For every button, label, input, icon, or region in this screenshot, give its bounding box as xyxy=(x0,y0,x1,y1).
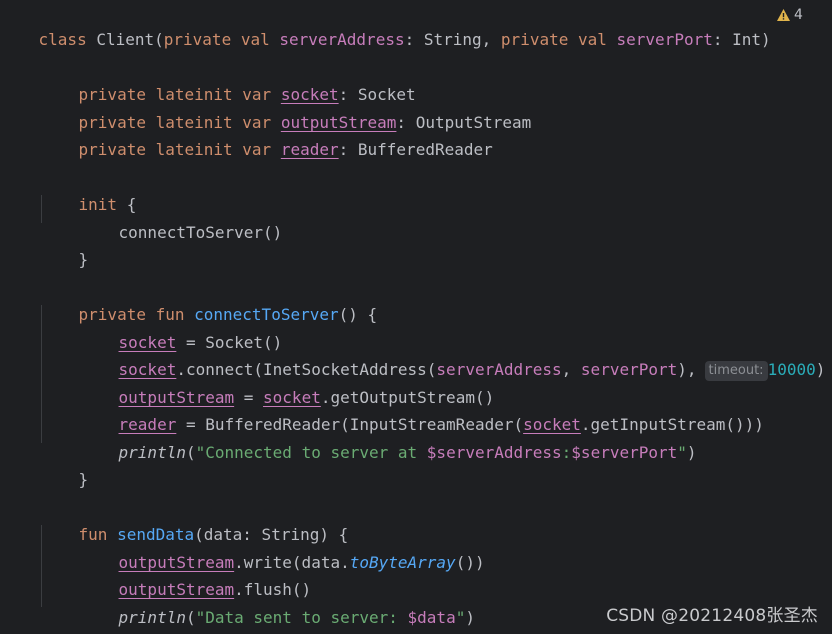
brace-close: } xyxy=(78,250,89,269)
param-type: : Int) xyxy=(712,30,771,49)
code-line-fun-connect-to-server[interactable]: private fun connectToServer() { xyxy=(40,279,378,324)
code-line-println-connected[interactable]: println("Connected to server at $serverA… xyxy=(80,417,697,462)
warnings-count: 4 xyxy=(794,7,803,23)
number-literal-timeout: 10000 xyxy=(767,360,816,379)
class-name: Client( xyxy=(96,30,164,49)
parameter-hint-timeout: timeout: xyxy=(704,361,768,381)
arg-server-port: serverPort xyxy=(580,360,678,379)
code-line-call-connect[interactable]: connectToServer() xyxy=(80,197,283,242)
code-line-socket-assign[interactable]: socket = Socket() xyxy=(80,307,283,352)
string-literal: " xyxy=(455,608,466,627)
brace-close: } xyxy=(78,470,89,489)
paren-open: ( xyxy=(185,443,196,462)
string-literal: " xyxy=(677,443,687,462)
comma: , xyxy=(561,360,581,379)
warnings-indicator[interactable]: 4 xyxy=(776,5,803,25)
string-literal: "Connected to server at xyxy=(195,443,427,462)
keyword-modifiers: private lateinit var xyxy=(78,140,281,159)
property-reader: reader xyxy=(280,140,339,159)
paren-close: ) xyxy=(465,608,475,627)
watermark: CSDN @20212408张圣杰 xyxy=(606,606,818,626)
code-line-brace-close[interactable]: } xyxy=(40,609,88,633)
param-type: : String, xyxy=(404,30,501,49)
function-to-byte-array: toByteArray xyxy=(349,553,456,572)
code-line-reader-assign[interactable]: reader = BufferedReader(InputStreamReade… xyxy=(80,389,764,434)
code-line-brace-close[interactable]: } xyxy=(40,224,89,269)
call-connect-to-server: connectToServer() xyxy=(118,223,283,242)
code-line-fun-send-data[interactable]: fun sendData(data: String) { xyxy=(40,499,349,544)
keyword-private-val: private val xyxy=(500,30,617,49)
code-line-socket-connect[interactable]: socket.connect(InetSocketAddress(serverA… xyxy=(80,334,825,381)
keyword-private-val: private val xyxy=(163,30,280,49)
paren-close: ) xyxy=(815,360,826,379)
keyword-class: class xyxy=(38,30,97,49)
code-line-flush[interactable]: outputStream.flush() xyxy=(80,554,312,599)
function-params: () { xyxy=(338,305,378,324)
code-line-output-stream-assign[interactable]: outputStream = socket.getOutputStream() xyxy=(80,362,495,407)
code-line-write[interactable]: outputStream.write(data.toByteArray()) xyxy=(80,527,485,572)
warning-triangle-icon xyxy=(776,8,791,22)
string-literal: : xyxy=(561,443,572,462)
template-server-port: $serverPort xyxy=(571,443,678,462)
code-line-brace-close[interactable]: } xyxy=(40,444,89,489)
property-type: : BufferedReader xyxy=(338,140,493,159)
function-println: println xyxy=(118,608,186,627)
param-server-address: serverAddress xyxy=(279,30,405,49)
code-line-init[interactable]: init { xyxy=(40,169,137,214)
code-line-property-socket[interactable]: private lateinit var socket: Socket xyxy=(40,59,416,104)
paren-close: ) xyxy=(686,443,697,462)
function-println: println xyxy=(118,443,186,462)
code-line-property-output-stream[interactable]: private lateinit var outputStream: Outpu… xyxy=(40,87,532,132)
paren-open: ( xyxy=(185,608,196,627)
code-line-class-declaration[interactable]: class Client(private val serverAddress: … xyxy=(0,4,771,49)
paren-close: ), xyxy=(677,360,697,379)
code-line-println-data[interactable]: println("Data sent to server: $data") xyxy=(80,582,475,627)
string-literal: "Data sent to server: xyxy=(195,608,408,627)
code-editor[interactable]: class Client(private val serverAddress: … xyxy=(0,0,832,634)
paren-close: ()) xyxy=(455,553,485,572)
code-line-property-reader[interactable]: private lateinit var reader: BufferedRea… xyxy=(40,114,493,159)
param-server-port: serverPort xyxy=(616,30,713,49)
template-server-address: $serverAddress xyxy=(426,443,562,462)
template-data: $data xyxy=(407,608,456,627)
